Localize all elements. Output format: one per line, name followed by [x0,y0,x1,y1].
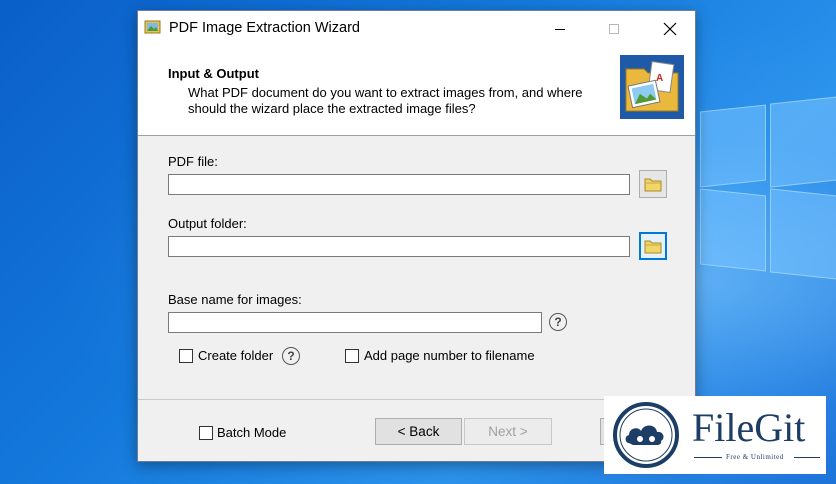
window-title: PDF Image Extraction Wizard [169,20,360,36]
maximize-icon [609,24,619,34]
windows-logo-decoration [700,96,836,348]
maximize-button[interactable] [591,11,637,47]
batch-mode-label[interactable]: Batch Mode [217,425,286,440]
back-button[interactable]: < Back [375,418,462,445]
folder-icon [644,178,662,191]
minimize-icon [555,29,565,30]
add-page-number-label[interactable]: Add page number to filename [364,348,535,363]
batch-mode-checkbox[interactable] [199,426,213,440]
base-name-input[interactable] [168,312,542,333]
wizard-header: Input & Output What PDF document do you … [138,47,695,136]
watermark-name: FileGit [692,405,806,450]
create-folder-label[interactable]: Create folder [198,348,273,363]
next-button[interactable]: Next > [464,418,552,445]
output-folder-label: Output folder: [168,216,247,231]
output-folder-browse-button[interactable] [639,232,667,260]
close-icon [663,22,677,36]
output-folder-input[interactable] [168,236,630,257]
pdf-file-label: PDF file: [168,154,218,169]
create-folder-help-icon[interactable]: ? [282,347,300,365]
page-description: What PDF document do you want to extract… [188,85,583,116]
pdf-file-browse-button[interactable] [639,170,667,198]
watermark-tagline: Free & Unlimited [726,453,784,461]
title-bar[interactable]: PDF Image Extraction Wizard [138,11,695,47]
page-title: Input & Output [168,66,259,81]
filegit-logo-icon [613,402,679,468]
folder-icon [644,240,662,253]
close-button[interactable] [647,11,693,47]
base-name-label: Base name for images: [168,292,302,307]
pdf-file-input[interactable] [168,174,630,195]
create-folder-checkbox[interactable] [179,349,193,363]
watermark-rule-right [794,457,820,458]
wizard-dialog: PDF Image Extraction Wizard Input & Outp… [137,10,696,462]
pdf-image-app-icon [144,20,161,34]
filegit-watermark: FileGit Free & Unlimited [604,396,826,474]
base-name-help-icon[interactable]: ? [549,313,567,331]
minimize-button[interactable] [537,11,583,47]
add-page-number-checkbox[interactable] [345,349,359,363]
watermark-rule-left [694,457,722,458]
folder-pdf-image-icon: A [620,55,684,119]
svg-text:A: A [656,73,663,84]
